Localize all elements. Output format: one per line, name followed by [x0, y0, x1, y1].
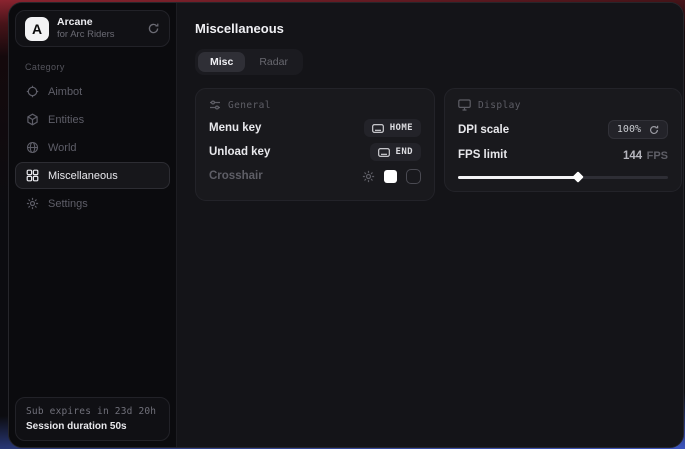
crosshair-row: Crosshair [209, 164, 421, 188]
tab-bar: Misc Radar [195, 49, 303, 75]
sidebar-item-settings[interactable]: Settings [15, 190, 170, 217]
general-panel-title: General [228, 100, 271, 111]
app-subtitle: for Arc Riders [57, 29, 115, 41]
display-panel-title: Display [478, 100, 521, 111]
sidebar-item-label: Entities [48, 114, 84, 126]
dpi-scale-value: 100% [617, 124, 641, 135]
sub-expires-text: Sub expires in 23d 20h [26, 406, 159, 417]
unload-key-value: END [396, 147, 413, 157]
display-panel: Display DPI scale 100% FPS limit [444, 88, 682, 192]
unload-key-row: Unload key END [209, 140, 421, 164]
fps-limit-unit: FPS [647, 150, 668, 162]
dpi-scale-label: DPI scale [458, 124, 509, 136]
app-window: A Arcane for Arc Riders Category Aimbot [8, 2, 684, 448]
sliders-icon [209, 99, 221, 111]
refresh-icon[interactable] [147, 22, 160, 35]
session-duration-text: Session duration 50s [26, 421, 159, 432]
menu-key-label: Menu key [209, 122, 261, 134]
monitor-icon [458, 99, 471, 111]
sidebar-item-label: World [48, 142, 77, 154]
sidebar-item-label: Settings [48, 198, 88, 210]
sidebar-item-world[interactable]: World [15, 134, 170, 161]
app-logo: A [25, 17, 49, 41]
crosshair-icon [25, 85, 39, 98]
subscription-card: Sub expires in 23d 20h Session duration … [15, 397, 170, 441]
crosshair-checkbox[interactable] [406, 169, 421, 184]
general-panel: General Menu key HOME Unload key [195, 88, 435, 201]
main-content: Miscellaneous Misc Radar General Menu ke… [177, 3, 684, 447]
sidebar-item-miscellaneous[interactable]: Miscellaneous [15, 162, 170, 189]
gear-icon [25, 197, 39, 210]
menu-key-button[interactable]: HOME [364, 119, 421, 137]
fps-limit-slider[interactable] [458, 176, 668, 179]
menu-key-value: HOME [390, 123, 413, 133]
reset-icon[interactable] [649, 125, 659, 135]
sidebar-item-entities[interactable]: Entities [15, 106, 170, 133]
unload-key-label: Unload key [209, 146, 270, 158]
crosshair-color-swatch[interactable] [384, 170, 397, 183]
sidebar: A Arcane for Arc Riders Category Aimbot [9, 3, 177, 447]
fps-slider-fill [458, 176, 578, 179]
dpi-scale-select[interactable]: 100% [608, 120, 668, 139]
app-name: Arcane [57, 16, 115, 29]
menu-key-row: Menu key HOME [209, 116, 421, 140]
tab-radar[interactable]: Radar [247, 52, 300, 72]
app-header-card: A Arcane for Arc Riders [15, 10, 170, 47]
globe-icon [25, 141, 39, 154]
tab-misc[interactable]: Misc [198, 52, 245, 72]
fps-limit-row: FPS limit 144 FPS [458, 143, 668, 167]
keyboard-icon [378, 148, 390, 157]
sidebar-item-label: Miscellaneous [48, 170, 118, 182]
sidebar-item-aimbot[interactable]: Aimbot [15, 78, 170, 105]
fps-slider-thumb[interactable] [572, 171, 583, 182]
category-label: Category [25, 62, 176, 72]
grid-icon [25, 169, 39, 182]
sidebar-nav: Aimbot Entities World [9, 78, 176, 217]
page-title: Miscellaneous [195, 21, 682, 36]
crosshair-label: Crosshair [209, 170, 263, 182]
fps-limit-label: FPS limit [458, 149, 507, 161]
dpi-scale-row: DPI scale 100% [458, 116, 668, 143]
sidebar-item-label: Aimbot [48, 86, 82, 98]
fps-limit-value: 144 [623, 150, 642, 162]
keyboard-icon [372, 124, 384, 133]
crosshair-settings-gear-icon[interactable] [362, 170, 375, 183]
unload-key-button[interactable]: END [370, 143, 421, 161]
entities-icon [25, 113, 39, 126]
